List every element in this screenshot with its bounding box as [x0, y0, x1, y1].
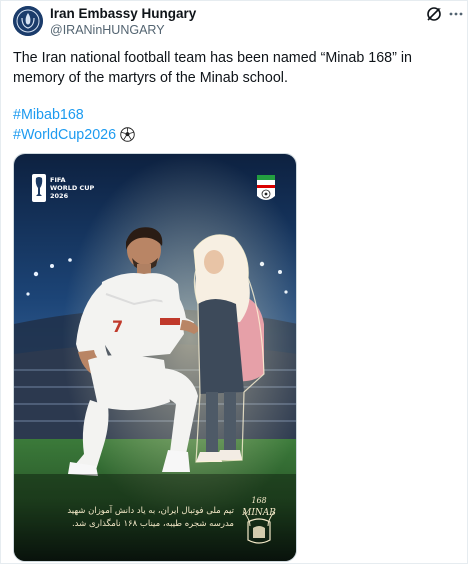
fifa-trophy-icon — [32, 174, 46, 202]
tweet-text: The Iran national football team has been… — [13, 50, 412, 86]
hashtag-worldcup2026-label: #WorldCup2026 — [13, 127, 117, 143]
author-display-name[interactable]: Iran Embassy Hungary — [50, 6, 196, 21]
persian-caption-line-1: تیم ملی فوتبال ایران، به یاد دانش آموزان… — [67, 506, 234, 516]
persian-caption-line-2: مدرسه شجره طیبه، میناب ۱۶۸ نامگذاری شد. — [71, 519, 234, 529]
fifa-logo-text: FIFA WORLD CUP 2026 — [50, 176, 95, 200]
more-options-icon — [449, 12, 463, 16]
player-number: 7 — [112, 317, 123, 336]
fifa-world-cup-logo: FIFA WORLD CUP 2026 — [32, 174, 102, 206]
post-image[interactable]: 7 FIFA WORLD CUP 2026 تیم ملی فوتبال ایر… — [13, 153, 297, 562]
embassy-emblem-icon — [13, 6, 43, 36]
more-options-button[interactable] — [449, 5, 463, 23]
federation-logo — [256, 174, 276, 204]
minab-logo-number: 168 — [251, 496, 267, 505]
grok-button[interactable] — [425, 5, 443, 23]
author-handle[interactable]: @IRANinHUNGARY — [50, 23, 165, 37]
minab-logo-word: MINAB — [242, 508, 276, 518]
minab-168-logo: 168 MINAB — [242, 494, 276, 546]
tweet-card: Iran Embassy Hungary @IRANinHUNGARY The … — [0, 0, 468, 564]
author-avatar[interactable] — [13, 6, 43, 36]
persian-caption: تیم ملی فوتبال ایران، به یاد دانش آموزان… — [67, 505, 234, 531]
soccer-ball-icon — [120, 127, 135, 142]
hashtag-worldcup2026[interactable]: #WorldCup2026 — [13, 125, 135, 145]
hashtag-mibab168[interactable]: #Mibab168 — [13, 105, 84, 125]
iran-football-federation-icon — [257, 175, 275, 200]
grok-icon — [427, 5, 442, 21]
